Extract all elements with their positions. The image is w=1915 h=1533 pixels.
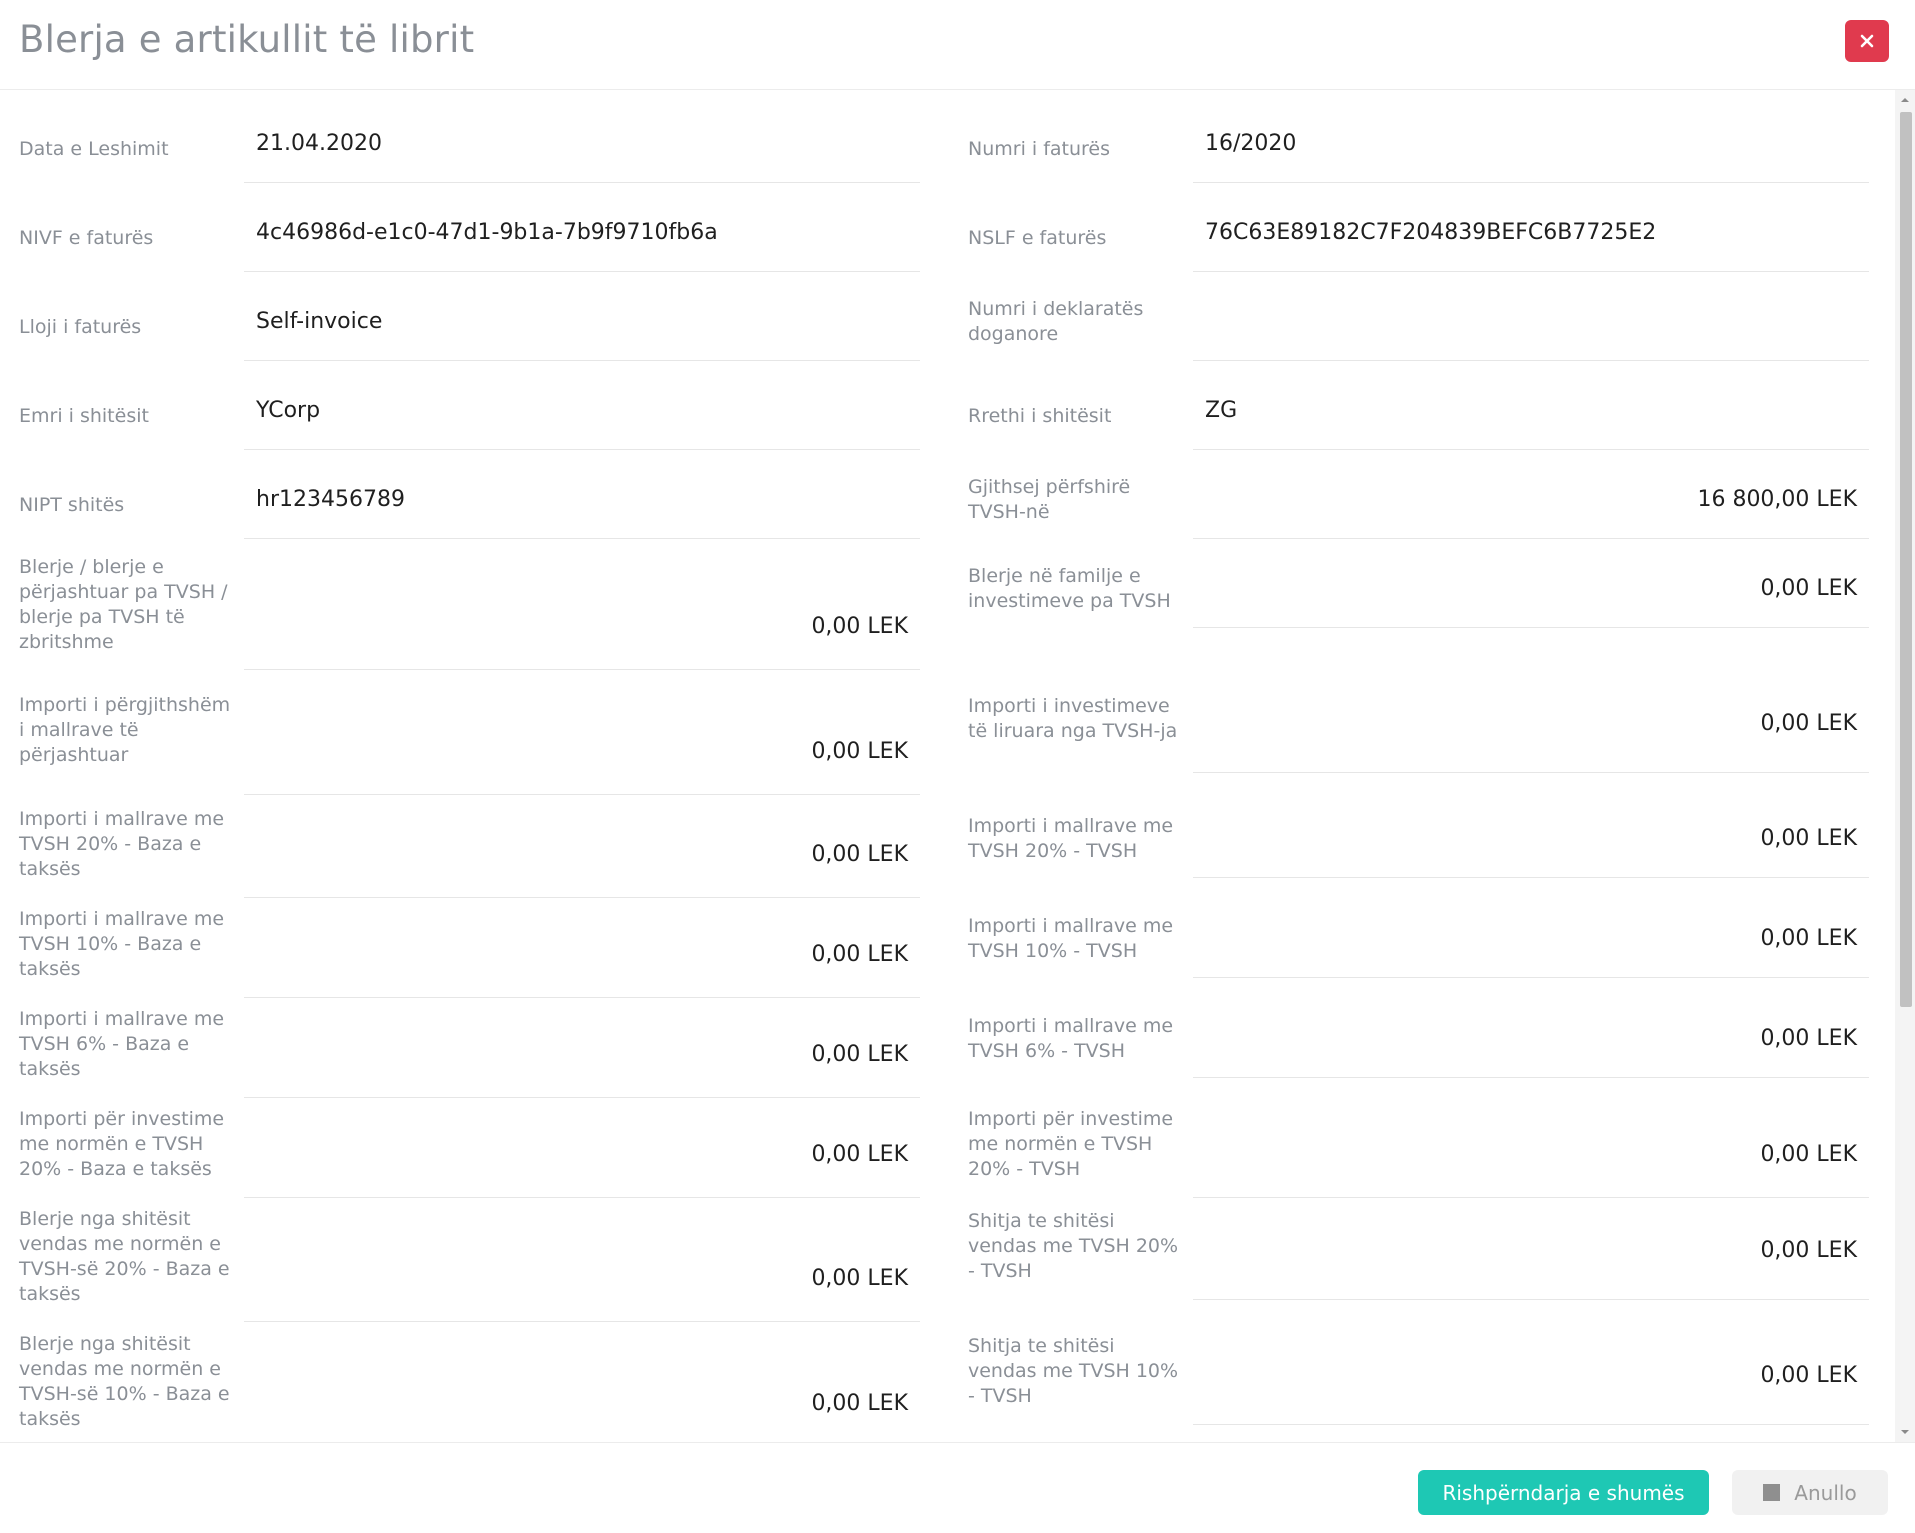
form-row: Importi i mallrave me TVSH 6% - Baza e t… <box>19 1000 920 1098</box>
field-label-import-10-base: Importi i mallrave me TVSH 10% - Baza e … <box>19 907 225 980</box>
form-row: Shitja te shitësi vendas me TVSH 20% - T… <box>968 1202 1869 1300</box>
cancel-button-label: Anullo <box>1794 1480 1857 1505</box>
import-6-vat-field[interactable]: 0,00 LEK <box>1193 1000 1869 1078</box>
form-row: Blerje / blerje e përjashtuar pa TVSH / … <box>19 550 920 670</box>
form-row: Importi i mallrave me TVSH 6% - TVSH 0,0… <box>968 1000 1869 1078</box>
form-row: Numri i deklaratës doganore <box>968 283 1869 361</box>
form-row: Importi i investimeve të liruara nga TVS… <box>968 675 1869 773</box>
family-investments-field[interactable]: 0,00 LEK <box>1193 550 1869 628</box>
cancel-button[interactable]: Anullo <box>1732 1470 1888 1515</box>
form-row: Importi i mallrave me TVSH 10% - Baza e … <box>19 900 920 998</box>
investment-20-vat-field[interactable]: 0,00 LEK <box>1193 1100 1869 1198</box>
scroll-down-arrow-icon[interactable] <box>1895 1424 1915 1440</box>
dialog-footer: Rishpërndarja e shumës Anullo <box>0 1442 1915 1533</box>
field-label-family-investments: Blerje në familje e investimeve pa TVSH <box>968 565 1171 612</box>
scrollbar-thumb[interactable] <box>1900 112 1912 1007</box>
field-label-exempt-imports: Importi i përgjithshëm i mallrave të për… <box>19 693 231 766</box>
close-icon <box>1860 34 1874 48</box>
purchase-book-item-dialog: Blerja e artikullit të librit Data e Les… <box>0 0 1915 1533</box>
field-label-domestic-sale-20-vat: Shitja te shitësi vendas me TVSH 20% - T… <box>968 1209 1179 1282</box>
form-row: Importi i mallrave me TVSH 20% - TVSH 0,… <box>968 800 1869 878</box>
import-10-base-field[interactable]: 0,00 LEK <box>244 900 920 998</box>
total-incl-vat-field[interactable]: 16 800,00 LEK <box>1193 461 1869 539</box>
field-label-domestic-sale-10-vat: Shitja te shitësi vendas me TVSH 10% - T… <box>968 1334 1179 1407</box>
customs-declaration-field[interactable] <box>1193 283 1869 361</box>
exempt-investment-imports-field[interactable]: 0,00 LEK <box>1193 675 1869 773</box>
form-row: Importi i përgjithshëm i mallrave të për… <box>19 675 920 795</box>
seller-name-field[interactable]: YCorp <box>244 372 920 450</box>
domestic-20-base-field[interactable]: 0,00 LEK <box>244 1202 920 1322</box>
form-row: Data e Leshimit 21.04.2020 <box>19 105 920 183</box>
nivf-field[interactable]: 4c46986d-e1c0-47d1-9b1a-7b9f9710fb6a <box>244 194 920 272</box>
form-row: Blerje nga shitësit vendas me normën e T… <box>19 1327 919 1442</box>
scroll-up-arrow-icon[interactable] <box>1895 92 1915 108</box>
field-label-customs-declaration: Numri i deklaratës doganore <box>968 298 1144 345</box>
exempt-purchases-field[interactable]: 0,00 LEK <box>244 550 920 670</box>
form-row: Rrethi i shitësit ZG <box>968 372 1869 450</box>
redistribute-amount-button[interactable]: Rishpërndarja e shumës <box>1418 1470 1709 1515</box>
field-label-domestic-20-base: Blerje nga shitësit vendas me normën e T… <box>19 1208 230 1305</box>
form-row: Importi i mallrave me TVSH 20% - Baza e … <box>19 800 920 898</box>
seller-district-field[interactable]: ZG <box>1193 372 1869 450</box>
issue-date-field[interactable]: 21.04.2020 <box>244 105 920 183</box>
form-row: Numri i faturës 16/2020 <box>968 105 1869 183</box>
field-label-domestic-10-base: Blerje nga shitësit vendas me normën e T… <box>19 1333 230 1430</box>
form-row: NSLF e faturës 76C63E89182C7F204839BEFC6… <box>968 194 1869 272</box>
field-label-import-10-vat: Importi i mallrave me TVSH 10% - TVSH <box>968 915 1174 962</box>
stop-icon <box>1763 1484 1781 1501</box>
seller-nipt-field[interactable]: hr123456789 <box>244 461 920 539</box>
nslf-field[interactable]: 76C63E89182C7F204839BEFC6B7725E2 <box>1193 194 1869 272</box>
field-label-import-6-vat: Importi i mallrave me TVSH 6% - TVSH <box>968 1015 1174 1062</box>
form-row: NIPT shitës hr123456789 <box>19 461 920 539</box>
dialog-header: Blerja e artikullit të librit <box>0 0 1915 90</box>
import-10-vat-field[interactable]: 0,00 LEK <box>1193 900 1869 978</box>
field-label-exempt-investment-imports: Importi i investimeve të liruara nga TVS… <box>968 695 1178 742</box>
form-row: Importi për investime me normën e TVSH 2… <box>19 1100 920 1198</box>
form-row: Gjithsej përfshirë TVSH-në 16 800,00 LEK <box>968 461 1869 539</box>
invoice-type-field[interactable]: Self-invoice <box>244 283 920 361</box>
domestic-10-base-field[interactable]: 0,00 LEK <box>244 1327 920 1442</box>
field-label-nivf: NIVF e faturës <box>19 226 154 249</box>
investment-20-base-field[interactable]: 0,00 LEK <box>244 1100 920 1198</box>
domestic-sale-20-vat-field[interactable]: 0,00 LEK <box>1193 1202 1869 1300</box>
form-row: Shitja te shitësi vendas me TVSH 10% - T… <box>968 1327 1869 1425</box>
exempt-imports-field[interactable]: 0,00 LEK <box>244 675 920 795</box>
import-20-base-field[interactable]: 0,00 LEK <box>244 800 920 898</box>
form-row: Emri i shitësit YCorp <box>19 372 920 450</box>
vertical-scrollbar[interactable] <box>1895 90 1915 1442</box>
import-20-vat-field[interactable]: 0,00 LEK <box>1193 800 1869 878</box>
form-row: Blerje në familje e investimeve pa TVSH … <box>968 550 1869 628</box>
form-row: Importi për investime me normën e TVSH 2… <box>968 1100 1869 1198</box>
field-label-investment-20-vat: Importi për investime me normën e TVSH 2… <box>968 1107 1174 1180</box>
field-label-import-20-vat: Importi i mallrave me TVSH 20% - TVSH <box>968 815 1174 862</box>
field-label-seller-name: Emri i shitësit <box>19 404 149 427</box>
invoice-number-field[interactable]: 16/2020 <box>1193 105 1869 183</box>
field-label-exempt-purchases: Blerje / blerje e përjashtuar pa TVSH / … <box>19 556 228 653</box>
field-label-total-incl-vat: Gjithsej përfshirë TVSH-në <box>968 476 1131 523</box>
field-label-investment-20-base: Importi për investime me normën e TVSH 2… <box>19 1107 225 1180</box>
form-row: NIVF e faturës 4c46986d-e1c0-47d1-9b1a-7… <box>19 194 920 272</box>
form-row: Importi i mallrave me TVSH 10% - TVSH 0,… <box>968 900 1869 978</box>
field-label-seller-nipt: NIPT shitës <box>19 493 125 516</box>
dialog-form: Data e Leshimit 21.04.2020 NIVF e faturë… <box>0 90 1895 1442</box>
close-button[interactable] <box>1845 20 1889 62</box>
domestic-sale-10-vat-field[interactable]: 0,00 LEK <box>1193 1327 1869 1425</box>
field-label-invoice-number: Numri i faturës <box>968 137 1111 160</box>
field-label-invoice-type: Lloji i faturës <box>19 315 142 338</box>
form-row: Lloji i faturës Self-invoice <box>19 283 920 361</box>
field-label-nslf: NSLF e faturës <box>968 226 1107 249</box>
field-label-import-20-base: Importi i mallrave me TVSH 20% - Baza e … <box>19 807 225 880</box>
field-label-import-6-base: Importi i mallrave me TVSH 6% - Baza e t… <box>19 1007 225 1080</box>
import-6-base-field[interactable]: 0,00 LEK <box>244 1000 920 1098</box>
field-label-seller-district: Rrethi i shitësit <box>968 404 1112 427</box>
dialog-title: Blerja e artikullit të librit <box>19 18 475 61</box>
form-row: Blerje nga shitësit vendas me normën e T… <box>19 1202 920 1322</box>
field-label-issue-date: Data e Leshimit <box>19 137 169 160</box>
